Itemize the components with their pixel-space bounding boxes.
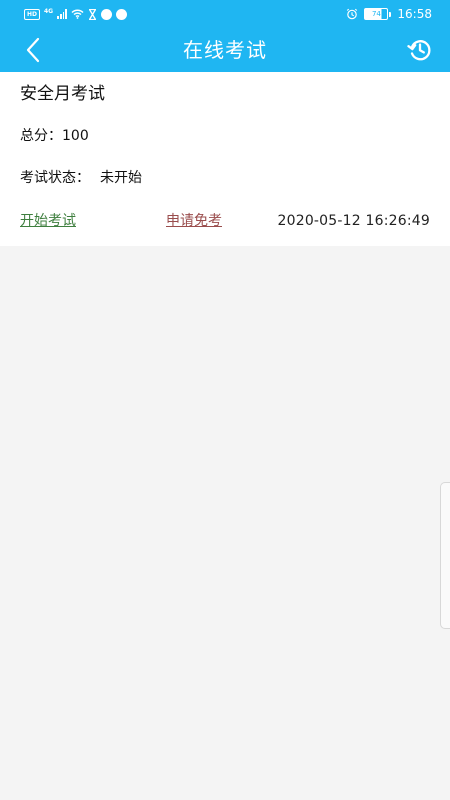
alarm-icon [347,8,358,20]
battery-icon: 74 [364,8,389,20]
exam-card: 安全月考试 总分：100 考试状态： 未开始 开始考试 申请免考 2020-05-… [0,72,450,246]
exam-actions: 开始考试 申请免考 2020-05-12 16:26:49 [0,209,450,233]
score-label: 总分： [20,128,62,144]
hd-icon: HD [24,8,40,20]
status-bar: HD 4G 74 16:58 [0,0,450,28]
history-icon [407,40,431,61]
history-button[interactable] [404,34,436,66]
side-drawer-handle[interactable] [440,482,450,629]
exam-status-value: 未开始 [100,170,142,186]
clock: 16:58 [397,7,432,21]
score-value: 100 [62,128,89,144]
exam-status-line: 考试状态： 未开始 [20,167,142,189]
signal-icon [57,9,68,19]
status-left: HD 4G [24,5,128,23]
wifi-icon [71,9,84,19]
navigation-bar: 在线考试 [0,28,450,72]
exam-title: 安全月考试 [20,84,105,104]
battery-tip-icon [389,11,392,17]
network-type-icon: 4G [44,7,54,15]
shield-icon [101,8,113,20]
score-line: 总分：100 [20,125,89,147]
notification-icon [116,8,128,20]
apply-exemption-link[interactable]: 申请免考 [166,209,222,233]
exam-datetime: 2020-05-12 16:26:49 [277,213,430,229]
exam-status-label: 考试状态： [20,170,90,186]
start-exam-link[interactable]: 开始考试 [20,209,76,233]
hourglass-icon [89,8,97,20]
status-right: 74 16:58 [346,5,432,23]
page-title: 在线考试 [183,38,267,62]
app-header: HD 4G 74 16:58 在线考试 [0,0,450,72]
